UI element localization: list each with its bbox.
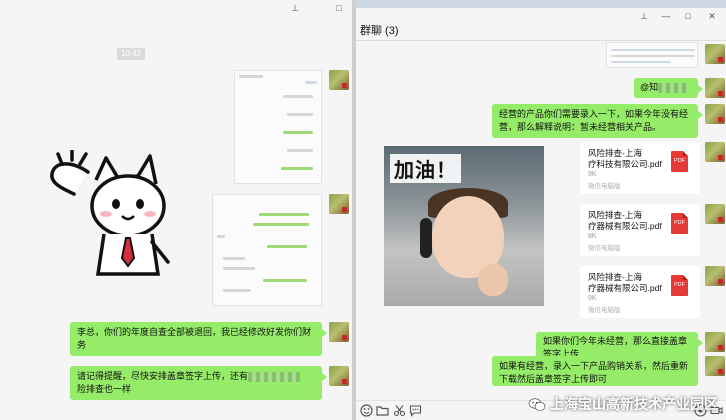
- sender-avatar[interactable]: [705, 332, 725, 352]
- minimize-button[interactable]: —: [660, 10, 672, 22]
- pdf-icon: PDF: [671, 151, 688, 172]
- watermark-text: 上海宝山高新技术产业园区: [550, 396, 718, 412]
- message-timestamp: 10:42: [117, 48, 145, 60]
- maximize-button[interactable]: □: [333, 2, 345, 14]
- file-source: 微信电脑版: [588, 183, 621, 190]
- message-bubble[interactable]: 李总，你们的年度自查全部被退回，我已经修改好发你们财务: [70, 322, 327, 356]
- redacted-text: [658, 82, 689, 93]
- chat-screenshot-image[interactable]: [606, 42, 698, 68]
- file-message-card[interactable]: 风险排查-上海 疗器械有限公司.pdf 9K 微信电脑版 PDF: [580, 266, 700, 318]
- left-chat-window: ⊥ □ 10:42 李总，你们的年度自查全部被退回，我已经修改好发你们财务 请记…: [0, 0, 352, 420]
- maximize-button[interactable]: □: [682, 10, 694, 22]
- title-divider: [356, 40, 726, 41]
- sender-avatar[interactable]: [705, 356, 725, 376]
- wechat-logo-icon: [528, 397, 546, 411]
- pdf-icon: PDF: [671, 275, 688, 296]
- watermark: 上海宝山高新技术产业园区: [528, 394, 718, 414]
- message-bubble[interactable]: 经营的产品你们需要录入一下，如果今年没有经营，那么解释说明：暂未经营相关产品。: [492, 104, 703, 138]
- message-text: 险排查也一样: [77, 384, 132, 394]
- message-bubble[interactable]: 如果有经营，录入一下产品购销关系，然后重新下载然后盖章签字上传即可: [492, 356, 698, 386]
- mention-bubble[interactable]: @知: [634, 78, 703, 98]
- message-text: 如果有经营，录入一下产品购销关系，然后重新下载然后盖章签字上传即可: [499, 361, 689, 384]
- right-titlebar: ⊥ — □ ✕: [356, 8, 726, 24]
- pin-icon[interactable]: ⊥: [289, 2, 301, 14]
- redacted-text: [248, 371, 301, 382]
- sender-avatar[interactable]: [329, 366, 349, 386]
- file-source: 微信电脑版: [588, 307, 621, 314]
- chat-history-icon[interactable]: [409, 404, 422, 417]
- message-bubble[interactable]: 请记得提醒，尽快安排盖章签字上传，还有 险排查也一样: [70, 366, 327, 400]
- sender-avatar[interactable]: [329, 70, 349, 90]
- file-message-card[interactable]: 风险排查-上海 疗器械有限公司.pdf 8K 微信电脑版 PDF: [580, 204, 700, 256]
- sender-avatar[interactable]: [329, 322, 349, 342]
- message-text: 经营的产品你们需要录入一下，如果今年没有经营，那么解释说明：暂未经营相关产品。: [499, 109, 689, 132]
- sender-avatar[interactable]: [705, 104, 725, 124]
- sticker-caption: 加油！: [390, 154, 461, 183]
- sender-avatar[interactable]: [329, 194, 349, 214]
- emoji-icon[interactable]: [360, 404, 373, 417]
- message-text: 李总，你们的年度自查全部被退回，我已经修改好发你们财务: [77, 327, 312, 350]
- pin-icon[interactable]: ⊥: [638, 10, 650, 22]
- sender-avatar[interactable]: [705, 204, 725, 224]
- close-button[interactable]: ✕: [706, 10, 718, 22]
- headphones-shape: [420, 218, 432, 258]
- file-name: 风险排查-上海 疗科技有限公司.pdf: [588, 148, 662, 169]
- sender-avatar[interactable]: [705, 142, 725, 162]
- file-size: 9K: [588, 295, 597, 302]
- file-size: 9K: [588, 171, 597, 178]
- animated-sticker-image[interactable]: 加油！: [384, 146, 544, 306]
- folder-icon[interactable]: [376, 404, 389, 417]
- file-name: 风险排查-上海 疗器械有限公司.pdf: [588, 272, 662, 293]
- file-name: 风险排查-上海 疗器械有限公司.pdf: [588, 210, 662, 231]
- message-text: 请记得提醒，尽快安排盖章签字上传，还有: [77, 371, 249, 381]
- child-hand-shape: [478, 264, 508, 296]
- pdf-icon: PDF: [671, 213, 688, 234]
- waving-cat-sticker[interactable]: [48, 150, 176, 280]
- chat-screenshot-image[interactable]: [212, 194, 322, 306]
- group-chat-title: 群聊 (3): [360, 25, 399, 37]
- right-chat-window: ⊥ — □ ✕ 群聊 (3) @知 经营的产品你们需要录入一下，如果今年没有经营…: [355, 0, 726, 420]
- file-size: 8K: [588, 233, 597, 240]
- message-text: @知: [640, 82, 659, 92]
- file-message-card[interactable]: 风险排查-上海 疗科技有限公司.pdf 9K 微信电脑版 PDF: [580, 142, 700, 194]
- sender-avatar[interactable]: [705, 266, 725, 286]
- sender-avatar[interactable]: [705, 44, 725, 64]
- scissors-icon[interactable]: [393, 404, 406, 417]
- file-source: 微信电脑版: [588, 245, 621, 252]
- left-titlebar: ⊥ □: [0, 0, 352, 16]
- sender-avatar[interactable]: [705, 78, 725, 98]
- window-frame-edge: [356, 0, 726, 8]
- chat-screenshot-image[interactable]: [234, 70, 322, 184]
